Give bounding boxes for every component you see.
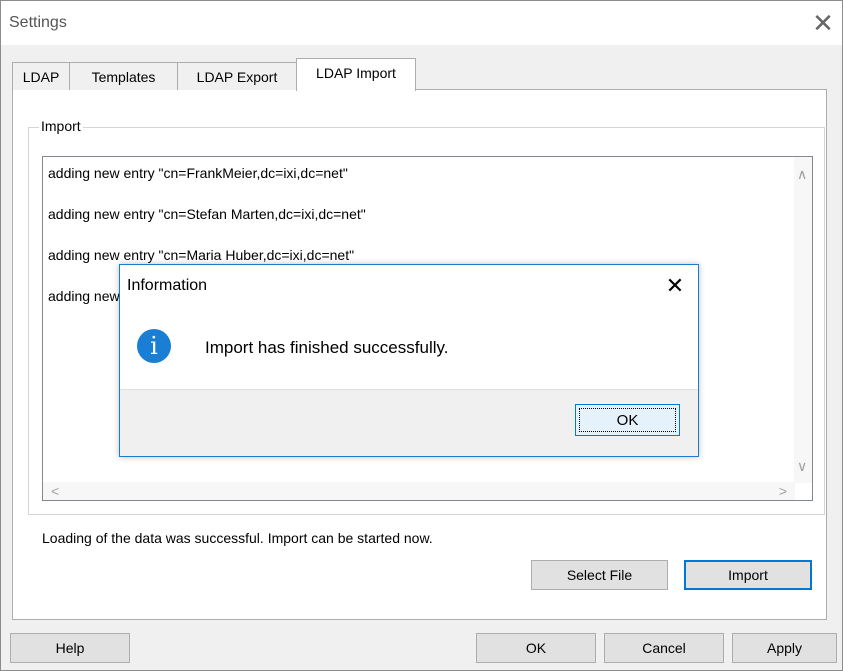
list-item: adding new entry "cn=Stefan Marten,dc=ix… bbox=[48, 206, 366, 222]
dialog-ok-button[interactable]: OK bbox=[575, 404, 680, 436]
tab-templates[interactable]: Templates bbox=[69, 62, 178, 90]
list-item: adding new entry "cn=Maria Huber,dc=ixi,… bbox=[48, 247, 355, 263]
dialog-ok-label: OK bbox=[579, 408, 676, 432]
tab-ldap-import[interactable]: LDAP Import bbox=[296, 58, 416, 91]
vertical-scrollbar[interactable]: ∧ ∨ bbox=[794, 157, 812, 483]
ok-button[interactable]: OK bbox=[476, 633, 596, 663]
horizontal-scrollbar[interactable]: < > bbox=[43, 482, 795, 500]
dialog-title: Information bbox=[127, 277, 208, 294]
information-dialog: Information ✕ i Import has finished succ… bbox=[119, 264, 699, 457]
scroll-left-icon[interactable]: < bbox=[51, 484, 59, 498]
info-icon: i bbox=[137, 329, 171, 363]
import-button[interactable]: Import bbox=[684, 560, 812, 590]
import-group-label: Import bbox=[39, 118, 83, 134]
cancel-button[interactable]: Cancel bbox=[604, 633, 724, 663]
scroll-right-icon[interactable]: > bbox=[779, 484, 787, 498]
dialog-message: Import has finished successfully. bbox=[205, 338, 449, 357]
tab-ldap-export[interactable]: LDAP Export bbox=[177, 62, 297, 90]
help-button[interactable]: Help bbox=[10, 633, 130, 663]
scroll-down-icon[interactable]: ∨ bbox=[797, 459, 807, 473]
dialog-close-icon[interactable]: ✕ bbox=[658, 271, 692, 301]
apply-button[interactable]: Apply bbox=[732, 633, 837, 663]
dialog-footer: OK bbox=[120, 389, 698, 456]
status-message: Loading of the data was successful. Impo… bbox=[42, 530, 433, 546]
scroll-up-icon[interactable]: ∧ bbox=[797, 167, 807, 181]
window-close-icon[interactable]: ✕ bbox=[806, 7, 840, 39]
list-item: adding new entry "cn=FrankMeier,dc=ixi,d… bbox=[48, 165, 348, 181]
tab-ldap[interactable]: LDAP bbox=[12, 62, 70, 90]
window-title: Settings bbox=[9, 14, 67, 31]
select-file-button[interactable]: Select File bbox=[531, 560, 668, 590]
title-bar: Settings ✕ bbox=[1, 1, 842, 45]
